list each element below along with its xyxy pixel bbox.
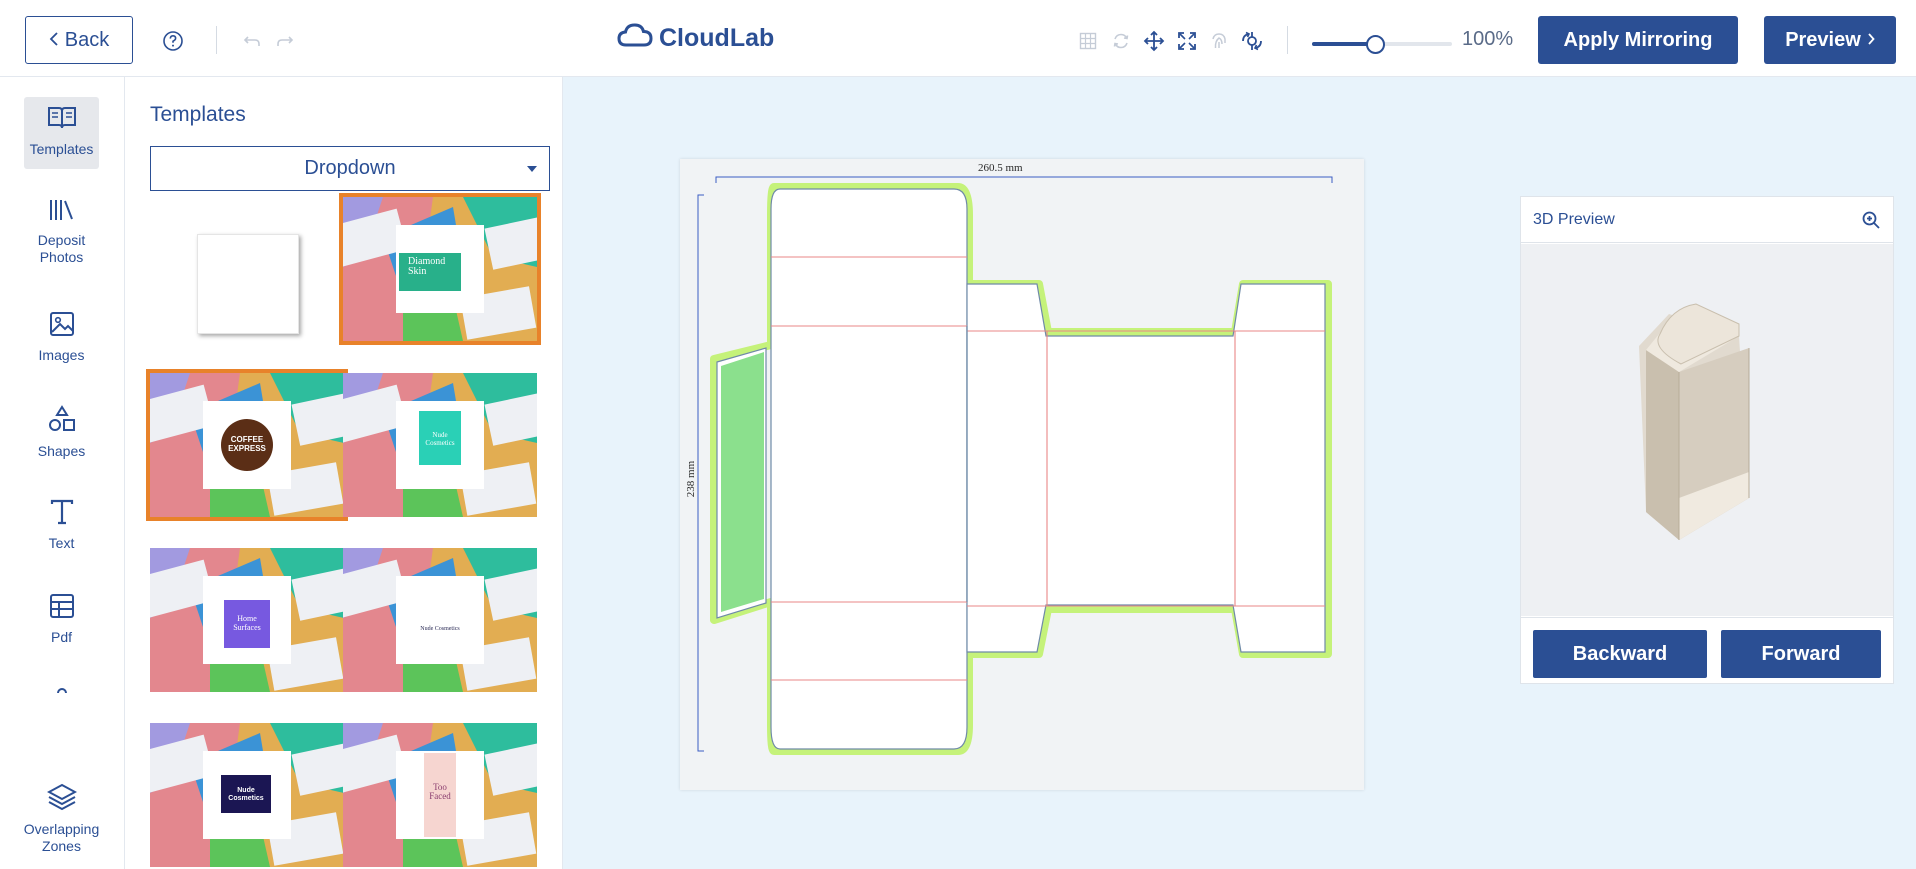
glue-flap: [721, 352, 764, 612]
rail-label: Overlapping Zones: [23, 821, 100, 854]
apply-mirroring-button[interactable]: Apply Mirroring: [1538, 16, 1738, 64]
back-button[interactable]: Back: [25, 16, 133, 64]
blank-page: [197, 234, 299, 334]
move-icon[interactable]: [1142, 29, 1166, 53]
box-3d-model: [1639, 303, 1750, 540]
template-title: COFFEE EXPRESS: [221, 419, 273, 471]
fingerprint-icon[interactable]: [1207, 29, 1231, 53]
help-circle-icon[interactable]: [160, 28, 186, 54]
caret-down-icon: [527, 166, 537, 172]
template-card: Nude Cosmetics: [203, 751, 291, 839]
brand-logo: CloudLab: [617, 22, 774, 55]
grid-icon[interactable]: [1077, 30, 1099, 52]
image-icon: [49, 311, 75, 347]
fit-icon[interactable]: [1175, 29, 1199, 53]
rail-item-shapes[interactable]: Shapes: [24, 397, 99, 467]
preview-footer: Backward Forward: [1521, 617, 1893, 683]
template-title: Too Faced: [424, 753, 456, 837]
forward-button[interactable]: Forward: [1721, 630, 1881, 678]
flip-icon[interactable]: [1240, 29, 1264, 53]
template-thumbnail-blank[interactable]: [150, 197, 344, 341]
template-card: Home Surfaces: [203, 576, 291, 664]
rotate-icon[interactable]: [1110, 30, 1132, 52]
template-title: Nude Cosmetics: [420, 626, 460, 632]
top-toolbar: Back CloudLab 100% Apply Mirroring Previ…: [0, 0, 1916, 77]
template-title: Home Surfaces: [224, 600, 270, 648]
preview-header: 3D Preview: [1521, 197, 1893, 243]
backward-button[interactable]: Backward: [1533, 630, 1707, 678]
undo-icon[interactable]: [241, 30, 263, 52]
dieline-panels: [770, 188, 1326, 750]
divider: [216, 26, 217, 54]
template-thumbnail-home-surfaces[interactable]: Home Surfaces: [150, 548, 344, 692]
template-card: Diamond Skin: [396, 225, 484, 313]
width-dimension-line: [715, 176, 1333, 183]
3d-preview-panel: 3D Preview Backward Forward: [1520, 196, 1894, 684]
rail-label: Shapes: [37, 443, 86, 459]
person-icon: [54, 687, 70, 693]
template-card: Too Faced: [396, 751, 484, 839]
rail-item-text[interactable]: Text: [24, 491, 99, 561]
template-thumbnail-coffee-express[interactable]: COFFEE EXPRESS: [146, 369, 348, 521]
side-rail: Templates Deposit Photos Images Shapes T…: [0, 77, 125, 869]
cloud-icon: [617, 22, 653, 55]
template-card: Nude Cosmetics: [396, 401, 484, 489]
template-thumbnail-nude-cosmetics-navy[interactable]: Nude Cosmetics: [150, 723, 344, 867]
templates-panel: Templates Dropdown Diamond Skin COFFEE E…: [125, 77, 563, 869]
preview-label: Preview: [1785, 28, 1861, 51]
template-card: COFFEE EXPRESS: [203, 401, 291, 489]
template-thumbnail-nude-cosmetics-white[interactable]: Nude Cosmetics: [343, 548, 537, 692]
rail-item-templates[interactable]: Templates: [24, 97, 99, 169]
panel-title: Templates: [150, 103, 246, 126]
rail-label: Images: [38, 347, 85, 363]
rail-item-images[interactable]: Images: [24, 303, 99, 373]
template-thumbnail-too-faced[interactable]: Too Faced: [343, 723, 537, 867]
template-card: Nude Cosmetics: [396, 576, 484, 664]
chevron-left-icon: [49, 29, 59, 52]
layers-icon: [46, 783, 77, 821]
divider: [1287, 26, 1288, 54]
redo-icon[interactable]: [274, 30, 296, 52]
table-icon: [49, 593, 75, 629]
template-title: Diamond Skin: [399, 253, 461, 291]
library-icon: [48, 198, 76, 232]
height-dimension-label: 238 mm: [685, 460, 697, 497]
rail-item-deposit-photos[interactable]: Deposit Photos: [24, 190, 99, 270]
chevron-right-icon: [1867, 29, 1875, 52]
template-thumbnail-nude-cosmetics-teal[interactable]: Nude Cosmetics: [343, 373, 537, 517]
dieline-drawing[interactable]: 260.5 mm 238 mm: [680, 159, 1364, 790]
artboard[interactable]: 260.5 mm 238 mm: [680, 159, 1364, 790]
preview-button[interactable]: Preview: [1764, 16, 1896, 64]
3d-viewport[interactable]: [1521, 244, 1893, 616]
book-open-icon: [47, 105, 77, 141]
width-dimension-label: 260.5 mm: [978, 162, 1023, 174]
height-dimension-line: [697, 194, 704, 752]
dropdown-value: Dropdown: [304, 157, 396, 179]
preview-title: 3D Preview: [1533, 210, 1615, 228]
template-title: Nude Cosmetics: [419, 411, 461, 465]
rail-label: Templates: [29, 141, 94, 157]
rail-label: Text: [48, 535, 75, 551]
rail-label: Pdf: [50, 629, 72, 645]
rail-item-pdf[interactable]: Pdf: [24, 585, 99, 655]
zoom-in-icon[interactable]: [1861, 210, 1881, 235]
shapes-icon: [48, 405, 76, 443]
rail-item-more[interactable]: [24, 677, 99, 693]
template-title: Nude Cosmetics: [221, 775, 271, 813]
zoom-level: 100%: [1462, 28, 1514, 50]
zoom-thumb[interactable]: [1366, 35, 1385, 54]
text-icon: [49, 499, 75, 535]
rail-label: Deposit Photos: [37, 232, 86, 265]
zoom-slider[interactable]: [1312, 32, 1452, 56]
template-category-dropdown[interactable]: Dropdown: [150, 146, 550, 191]
brand-name: CloudLab: [659, 24, 775, 52]
rail-item-overlapping-zones[interactable]: Overlapping Zones: [24, 775, 99, 857]
back-label: Back: [64, 28, 110, 51]
template-thumbnail-diamond-skin[interactable]: Diamond Skin: [339, 193, 541, 345]
